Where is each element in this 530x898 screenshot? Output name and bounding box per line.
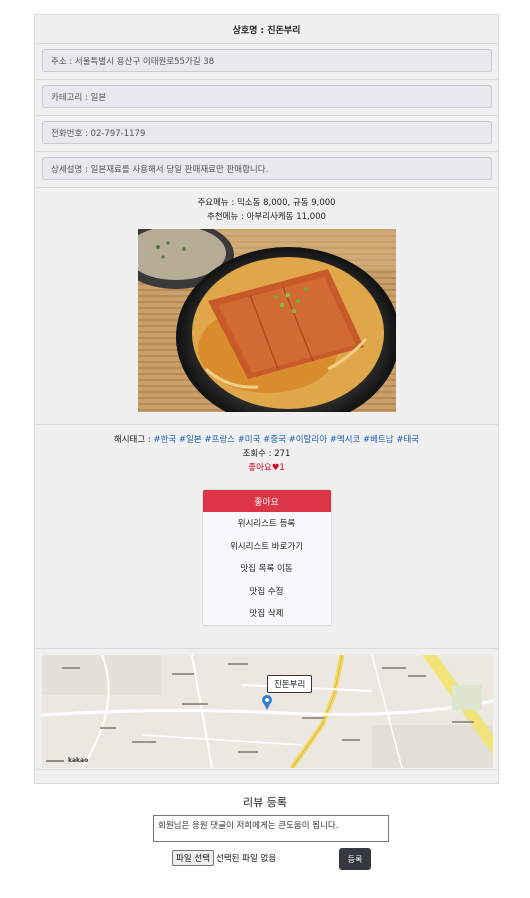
map-marker-label[interactable]: 진돈부리: [267, 674, 313, 693]
category-field: 카테고리 : 일본: [42, 85, 492, 108]
action-button-group: 좋아요 위시리스트 등록 위시리스트 바로가기 맛집 목록 이동 맛집 수정 맛…: [201, 489, 332, 626]
file-status-text: 선택된 파일 없음: [216, 854, 277, 864]
store-name-heading: 상호명 : 진돈부리: [35, 15, 498, 44]
hashtag-link[interactable]: #태국: [396, 435, 419, 445]
review-textarea[interactable]: 회원님은 응원 댓글이 저희에게는 큰도움이 됩니다.: [153, 815, 389, 842]
wishlist-go-button[interactable]: 위시리스트 바로가기: [202, 534, 331, 557]
hashtag-label: 해시태그 :: [113, 435, 154, 445]
map-tiles: [42, 654, 493, 768]
hashtag-link[interactable]: #일본: [179, 435, 202, 445]
kakao-map[interactable]: 진돈부리 kakao: [42, 654, 493, 768]
file-select-button[interactable]: 파일 선택: [172, 850, 214, 866]
like-button[interactable]: 좋아요: [202, 490, 331, 512]
hashtag-link[interactable]: #베트남: [363, 435, 394, 445]
description-row: 상세설명 : 일본재료를 사용해서 당일 판매재료만 판매합니다.: [35, 152, 498, 188]
wishlist-add-button[interactable]: 위시리스트 등록: [202, 512, 331, 535]
phone-row: 전화번호 : 02-797-1179: [35, 116, 498, 152]
store-list-button[interactable]: 맛집 목록 이동: [202, 557, 331, 580]
description-field: 상세설명 : 일본재료를 사용해서 당일 판매재료만 판매합니다.: [42, 157, 492, 180]
food-photo: [137, 229, 396, 412]
main-menu: 주요메뉴 : 믹소동 8,000, 규동 9,000: [197, 198, 336, 208]
hashtag-link[interactable]: #이탈리아: [289, 435, 327, 445]
phone-field: 전화번호 : 02-797-1179: [42, 121, 492, 144]
hashtag-link[interactable]: #프랑스: [204, 435, 235, 445]
menu-section: 주요메뉴 : 믹소동 8,000, 규동 9,000 추천메뉴 : 아부리사케동…: [35, 188, 498, 425]
review-title: 리뷰 등록: [243, 796, 287, 809]
store-name: 상호명 : 진돈부리: [232, 25, 301, 36]
info-section: 해시태그 : #한국 #일본 #프랑스 #미국 #중국 #이탈리아 #멕시코 #…: [35, 425, 498, 649]
hashtag-link[interactable]: #미국: [238, 435, 261, 445]
review-submit-button[interactable]: 등록: [339, 848, 371, 870]
address-field: 주소 : 서울특별시 용산구 이태원로55가길 38: [42, 49, 492, 72]
store-edit-button[interactable]: 맛집 수정: [202, 579, 331, 602]
hashtag-link[interactable]: #멕시코: [330, 435, 361, 445]
recommended-menu: 추천메뉴 : 아부리사케동 11,000: [207, 212, 326, 222]
store-detail-panel: 상호명 : 진돈부리 주소 : 서울특별시 용산구 이태원로55가길 38 카테…: [34, 14, 500, 784]
hashtag-link[interactable]: #한국: [153, 435, 176, 445]
map-section: 진돈부리 kakao: [35, 649, 498, 768]
view-count: 조회수 : 271: [242, 449, 291, 459]
address-row: 주소 : 서울특별시 용산구 이태원로55가길 38: [35, 44, 498, 80]
like-count: 좋아요♥1: [248, 463, 285, 473]
hashtag-link[interactable]: #중국: [263, 435, 286, 445]
hashtag-line: 해시태그 : #한국 #일본 #프랑스 #미국 #중국 #이탈리아 #멕시코 #…: [35, 433, 498, 447]
kakao-logo: kakao: [68, 756, 89, 764]
panel-footer-strip: [35, 769, 500, 783]
category-row: 카테고리 : 일본: [35, 80, 498, 116]
store-delete-button[interactable]: 맛집 삭제: [202, 602, 331, 625]
